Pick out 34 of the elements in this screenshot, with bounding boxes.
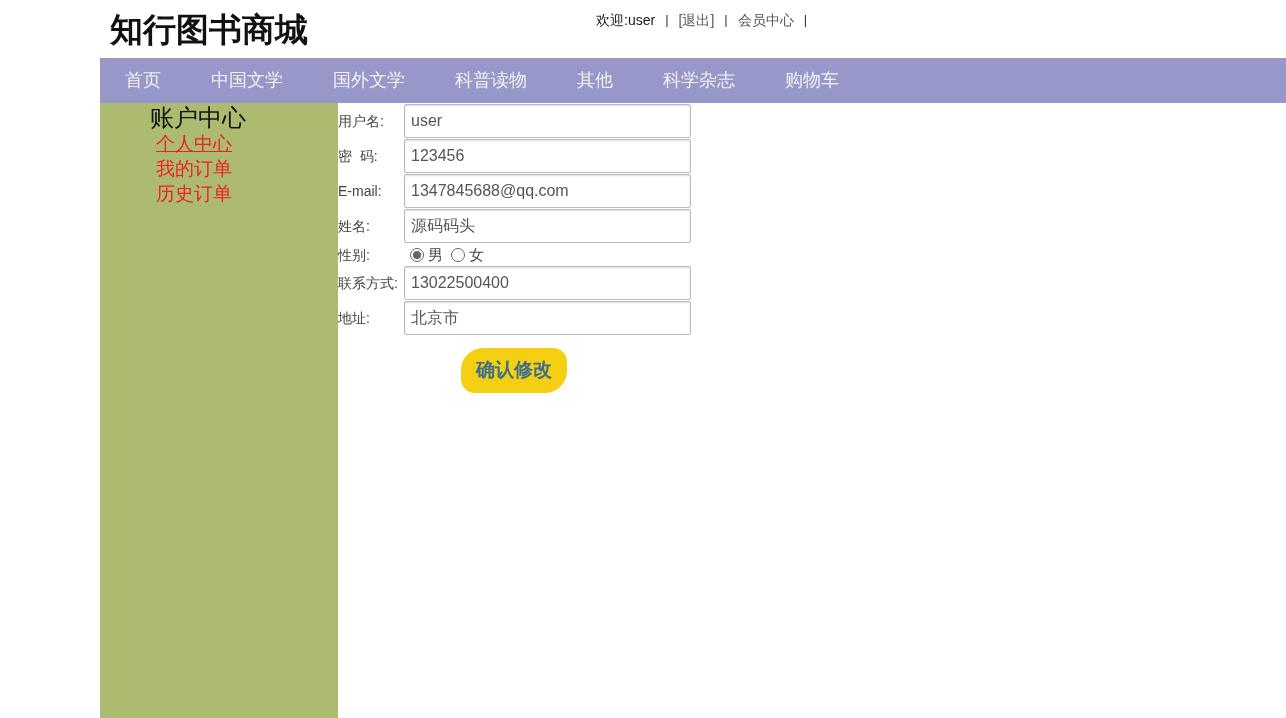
field-label: 密 码: (338, 147, 379, 166)
header-link[interactable]: 会员中心 (737, 10, 794, 31)
input-field[interactable]: 123456 (404, 139, 691, 173)
field-label: 用户名: (338, 112, 385, 131)
field-label: 姓名: (338, 217, 371, 236)
separator: | (803, 11, 808, 29)
header-link[interactable]: [退出] (678, 10, 715, 31)
separator: | (665, 11, 669, 29)
sidebar-link[interactable]: 历史订单 (156, 181, 338, 207)
field-label: 联系方式: (338, 274, 399, 293)
nav-link[interactable]: 中国文学 (211, 67, 283, 94)
nav-link[interactable]: 其他 (577, 67, 613, 94)
nav-link[interactable]: 科普读物 (455, 67, 527, 94)
field-label: 地址: (338, 309, 371, 328)
sidebar-link[interactable]: 我的订单 (156, 156, 338, 182)
submit-button[interactable]: 确认修改 (461, 348, 567, 393)
input-field[interactable]: 源码码头 (404, 209, 691, 243)
radio-label: 男 (428, 244, 443, 265)
nav-link[interactable]: 首页 (125, 67, 161, 94)
sidebar-title: 账户中心 (150, 105, 247, 132)
separator: | (724, 11, 728, 29)
nav-link[interactable]: 购物车 (785, 67, 839, 94)
input-field[interactable]: 13022500400 (404, 266, 691, 300)
sidebar-link[interactable]: 个人中心 (156, 131, 338, 157)
site-logo: 知行图书商城 (110, 12, 308, 49)
field-label: 性别: (338, 245, 371, 265)
input-field[interactable]: user (404, 104, 691, 138)
input-field[interactable]: 北京市 (404, 301, 691, 335)
nav-link[interactable]: 科学杂志 (663, 67, 735, 94)
radio-label: 女 (469, 244, 484, 265)
nav-link[interactable]: 国外文学 (333, 67, 405, 94)
field-label: E-mail: (338, 182, 383, 201)
input-field[interactable]: 1347845688@qq.com (404, 174, 691, 208)
welcome-text: 欢迎:user (596, 11, 656, 30)
